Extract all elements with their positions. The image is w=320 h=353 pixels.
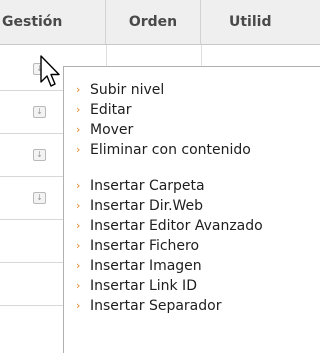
menu-item-insertar-editor-avanzado[interactable]: › Insertar Editor Avanzado [64, 216, 263, 236]
menu-item-insertar-link-id[interactable]: › Insertar Link ID [64, 276, 197, 296]
menu-item-editar[interactable]: › Editar [64, 100, 131, 120]
menu-item-insertar-separador[interactable]: › Insertar Separador [64, 296, 221, 316]
chevron-right-icon: › [76, 239, 81, 252]
chevron-right-icon: › [76, 259, 81, 272]
menu-item-insertar-dir-web[interactable]: › Insertar Dir.Web [64, 196, 203, 216]
chevron-right-icon: › [76, 143, 81, 156]
down-arrow-icon[interactable]: ↓ [33, 192, 46, 204]
chevron-right-icon: › [76, 299, 81, 312]
chevron-right-icon: › [76, 199, 81, 212]
menu-item-eliminar-con-contenido[interactable]: › Eliminar con contenido [64, 140, 251, 160]
menu-item-label: Insertar Link ID [90, 278, 197, 294]
mouse-pointer-icon [40, 55, 60, 87]
context-menu: › Subir nivel › Editar › Mover › Eliminar co… [63, 66, 320, 353]
column-header-utilidad[interactable]: Utilid [201, 0, 320, 44]
menu-item-label: Insertar Imagen [90, 258, 202, 274]
menu-item-label: Subir nivel [90, 82, 165, 98]
menu-item-label: Insertar Editor Avanzado [90, 218, 263, 234]
menu-item-label: Insertar Dir.Web [90, 198, 204, 214]
menu-item-label: Insertar Fichero [90, 238, 200, 254]
menu-item-mover[interactable]: › Mover [64, 120, 133, 140]
menu-item-label: Insertar Separador [90, 298, 222, 314]
menu-item-label: Mover [90, 122, 134, 138]
chevron-right-icon: › [76, 103, 81, 116]
menu-item-insertar-fichero[interactable]: › Insertar Fichero [64, 236, 199, 256]
chevron-right-icon: › [76, 83, 81, 96]
menu-item-insertar-imagen[interactable]: › Insertar Imagen [64, 256, 202, 276]
menu-item-label: Editar [90, 102, 132, 118]
column-header-orden[interactable]: Orden [106, 0, 201, 44]
down-arrow-icon[interactable]: ↓ [33, 106, 46, 118]
table-header: Gestión Orden Utilid [0, 0, 320, 45]
menu-item-insertar-carpeta[interactable]: › Insertar Carpeta [64, 176, 205, 196]
column-header-gestion[interactable]: Gestión [0, 0, 106, 44]
menu-item-label: Eliminar con contenido [90, 142, 251, 158]
down-arrow-icon[interactable]: ↓ [33, 149, 46, 161]
chevron-right-icon: › [76, 179, 81, 192]
chevron-right-icon: › [76, 123, 81, 136]
chevron-right-icon: › [76, 279, 81, 292]
menu-item-subir-nivel[interactable]: › Subir nivel [64, 80, 164, 100]
chevron-right-icon: › [76, 219, 81, 232]
menu-item-label: Insertar Carpeta [90, 178, 205, 194]
